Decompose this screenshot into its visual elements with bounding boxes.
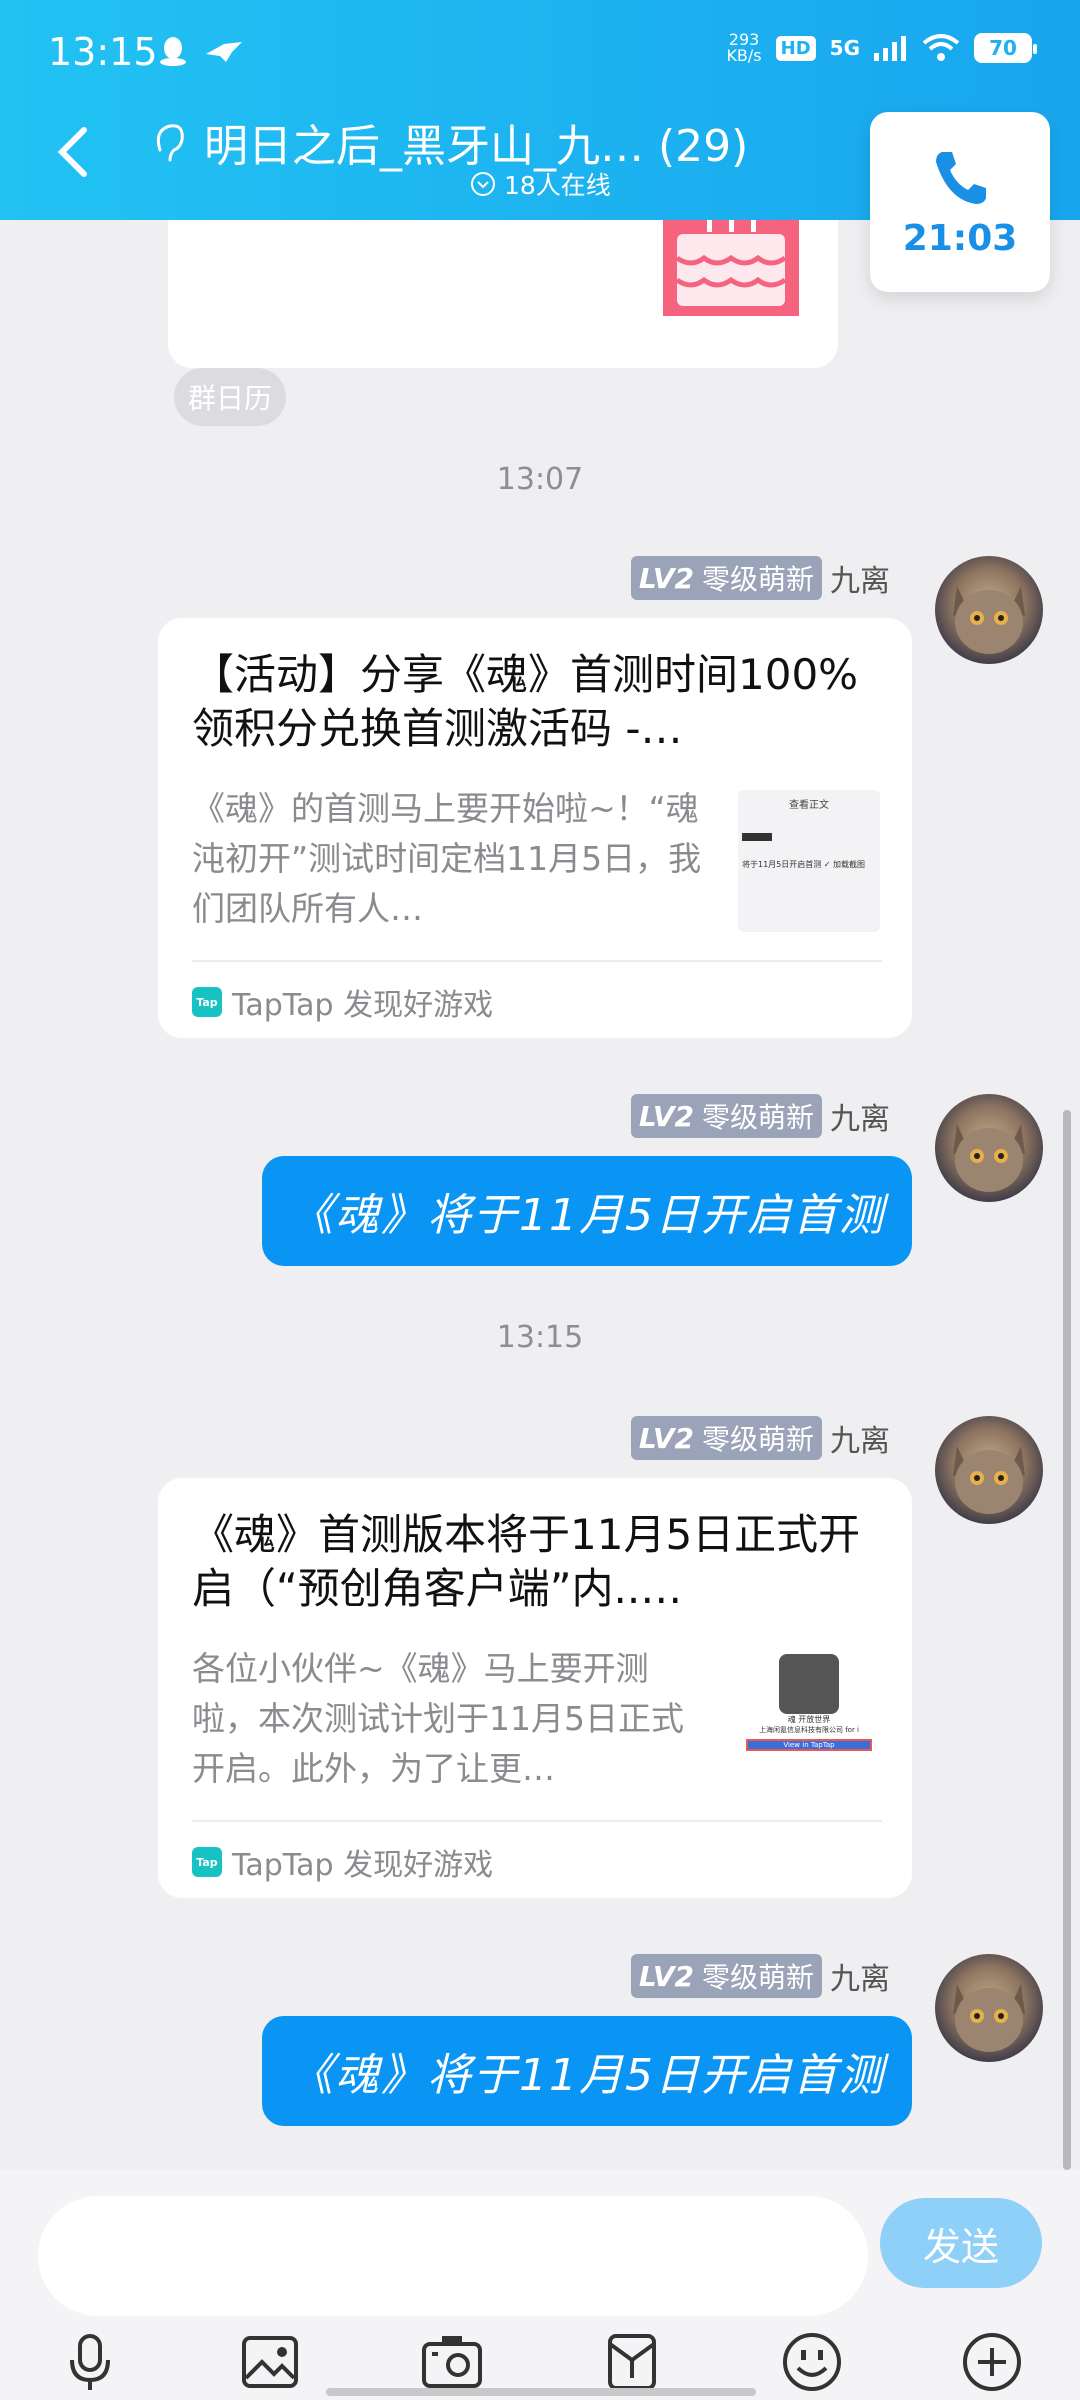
status-bar: 13:15 293 KB/s HD 5G 70 — [0, 0, 1080, 100]
chevron-down-circle-icon — [471, 172, 495, 196]
wifi-icon — [922, 34, 960, 61]
message-input[interactable] — [38, 2196, 868, 2316]
online-count: 18人在线 — [504, 171, 611, 200]
signal-icon — [874, 36, 906, 61]
sender-name: 九离 — [830, 1424, 890, 1459]
back-arrow-icon[interactable] — [50, 122, 100, 182]
bird-notification-icon — [206, 42, 242, 62]
phone-icon — [936, 151, 986, 204]
network-speed: 293 KB/s — [726, 30, 762, 65]
cat-avatar-icon — [953, 1446, 1025, 1514]
cat-avatar-icon — [953, 1984, 1025, 2052]
group-title-row[interactable]: 明日之后_黑牙山_九… (29) — [150, 110, 748, 174]
link-source: Tap TapTap 发现好游戏 — [192, 980, 493, 1024]
timestamp: 13:07 — [496, 462, 584, 497]
avatar[interactable] — [935, 1416, 1043, 1524]
battery-indicator: 70 — [974, 33, 1037, 63]
hd-badge: HD — [775, 35, 816, 61]
thumb-line2: 上海闲氪信息科技有限公司 for i — [758, 1726, 860, 1734]
sender-meta: LV2 零级萌新 九离 — [630, 1416, 890, 1460]
red-packet-icon[interactable] — [600, 2330, 664, 2394]
sender-meta: LV2 零级萌新 九离 — [630, 1094, 890, 1138]
level-badge: LV2 零级萌新 — [630, 1416, 822, 1460]
shared-link-card[interactable]: 【活动】分享《魂》首测时间100%领积分兑换首测激活码 -… 《魂》的首测马上要… — [158, 618, 912, 1038]
taptap-logo-icon: Tap — [192, 1847, 222, 1877]
home-indicator — [326, 2388, 756, 2396]
cat-avatar-icon — [953, 586, 1025, 654]
timestamp: 13:15 — [496, 1320, 584, 1355]
divider — [192, 960, 882, 962]
microphone-icon[interactable] — [58, 2330, 122, 2394]
status-time: 13:15 — [48, 30, 158, 74]
calendar-card[interactable] — [168, 220, 838, 368]
sender-name: 九离 — [830, 564, 890, 599]
link-title: 《魂》首测版本将于11月5日正式开启（“预创角客户端”内..… — [192, 1510, 861, 1613]
link-thumbnail: 查看正文 将于11月5日开启首测 ✓ 加载截图 — [738, 790, 880, 932]
avatar[interactable] — [935, 1954, 1043, 2062]
cat-avatar-icon — [953, 1124, 1025, 1192]
thumb-line1: 魂 开放世界 — [787, 1715, 831, 1724]
sender-meta: LV2 零级萌新 九离 — [630, 556, 890, 600]
send-button[interactable]: 发送 — [880, 2198, 1042, 2288]
qq-penguin-icon — [160, 37, 186, 66]
link-description: 各位小伙伴~《魂》马上要开测啦，本次测试计划于11月5日正式开启。此外，为了让更… — [192, 1649, 684, 1788]
taptap-logo-icon: Tap — [192, 987, 222, 1017]
thumb-button: View in TapTap — [746, 1739, 872, 1751]
camera-icon[interactable] — [420, 2330, 484, 2394]
status-right: 293 KB/s HD 5G 70 — [726, 30, 1037, 65]
voice-call-card[interactable]: 21:03 — [870, 112, 1050, 292]
ear-icon — [156, 124, 184, 162]
link-title: 【活动】分享《魂》首测时间100%领积分兑换首测激活码 -… — [192, 650, 859, 753]
image-icon[interactable] — [238, 2330, 302, 2394]
chat-message-list[interactable]: 群日历 13:07 LV2 零级萌新 九离 【活动】分享《魂》首测时间100%领积… — [0, 220, 1080, 2170]
birthday-cake-icon — [663, 220, 799, 316]
level-badge: LV2 零级萌新 — [630, 556, 822, 600]
level-badge: LV2 零级萌新 — [630, 1094, 822, 1138]
level-badge: LV2 零级萌新 — [630, 1954, 822, 1998]
online-status[interactable]: 18人在线 — [470, 166, 611, 202]
avatar[interactable] — [935, 556, 1043, 664]
thumb-text: 将于11月5日开启首测 ✓ 加载截图 — [742, 860, 866, 869]
add-more-icon[interactable] — [960, 2330, 1024, 2394]
scrollbar[interactable] — [1063, 1110, 1071, 2170]
call-duration: 21:03 — [902, 217, 1018, 259]
group-title: 明日之后_黑牙山_九… (29) — [204, 121, 749, 172]
emoji-icon[interactable] — [780, 2330, 844, 2394]
sender-name: 九离 — [830, 1962, 890, 1997]
network-type: 5G — [829, 36, 860, 60]
thumb-heading: 查看正文 — [789, 800, 829, 811]
link-description: 《魂》的首测马上要开始啦~！“魂沌初开”测试时间定档11月5日，我们团队所有人… — [192, 789, 702, 928]
group-calendar-label[interactable]: 群日历 — [174, 368, 287, 426]
sender-name: 九离 — [830, 1102, 890, 1137]
input-bar: 发送 — [0, 2170, 1080, 2400]
avatar[interactable] — [935, 1094, 1043, 1202]
divider — [192, 1820, 882, 1822]
shared-link-card[interactable]: 《魂》首测版本将于11月5日正式开启（“预创角客户端”内..… 各位小伙伴~《魂… — [158, 1478, 912, 1898]
link-thumbnail: 魂 开放世界 上海闲氪信息科技有限公司 for i View in TapTap — [738, 1650, 880, 1792]
message-bubble[interactable]: 《魂》将于11月5日开启首测 — [262, 2016, 912, 2126]
link-source: Tap TapTap 发现好游戏 — [192, 1840, 493, 1884]
sender-meta: LV2 零级萌新 九离 — [630, 1954, 890, 1998]
message-bubble[interactable]: 《魂》将于11月5日开启首测 — [262, 1156, 912, 1266]
